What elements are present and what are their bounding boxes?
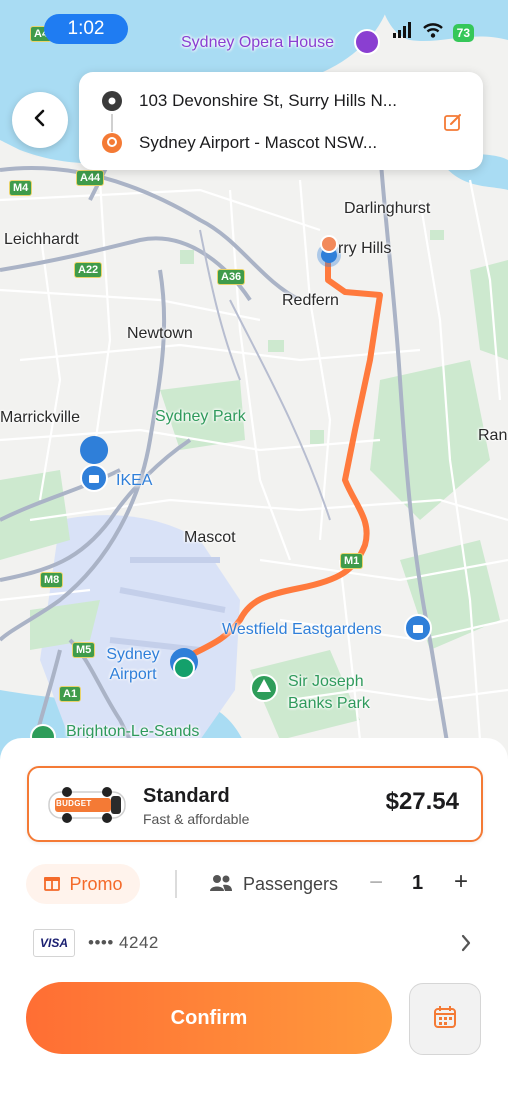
road-shield-m8: M8 <box>40 572 64 588</box>
road-shield-m1: M1 <box>340 553 364 569</box>
map-label-marrickville: Marrickville <box>0 409 80 426</box>
destination-address[interactable]: Sydney Airport - Mascot NSW... <box>139 133 377 153</box>
promo-button[interactable]: Promo <box>26 864 140 904</box>
map-label-sydney-airport: Sydney Airport <box>106 646 160 683</box>
promo-label: Promo <box>69 873 123 894</box>
passengers-count: 1 <box>412 872 424 894</box>
map-label-surry-hills: rry Hills <box>338 240 392 257</box>
visa-logo: VISA <box>39 936 68 950</box>
road-shield-a22: A22 <box>74 262 103 278</box>
road-shield-a44: A44 <box>76 170 105 186</box>
map-label-darlinghurst: Darlinghurst <box>344 200 431 217</box>
road-shield-m5: M5 <box>72 642 96 658</box>
map-label-sir-joseph-banks-park: Sir Joseph Banks Park <box>288 673 370 712</box>
origin-address[interactable]: 103 Devonshire St, Surry Hills N... <box>139 91 397 111</box>
map-label-mascot: Mascot <box>184 529 236 546</box>
edit-route-icon[interactable] <box>443 112 463 137</box>
payment-method-row[interactable]: VISA •••• 4242 <box>26 926 480 962</box>
signal-icon <box>392 22 413 43</box>
visa-badge: VISA <box>33 929 75 957</box>
road-shield-a36: A36 <box>217 269 246 285</box>
road-shield-a1: A1 <box>59 686 82 702</box>
chevron-right-icon <box>460 934 472 957</box>
map-label-westfield: Westfield Eastgardens <box>222 621 382 638</box>
map-label-sydney-park: Sydney Park <box>155 408 246 425</box>
passengers-icon <box>209 874 233 897</box>
wifi-icon <box>422 22 443 43</box>
opera-house-pin <box>354 29 380 55</box>
map-label-newtown: Newtown <box>127 325 193 342</box>
control-divider <box>175 870 177 898</box>
ride-option-standard[interactable]: BUDGET Standard Fast & affordable $27.54 <box>27 766 483 842</box>
card-number: •••• 4242 <box>88 933 159 952</box>
schedule-button[interactable] <box>409 983 481 1055</box>
gift-icon <box>43 873 61 896</box>
battery-indicator: 73 <box>452 23 474 42</box>
route-card[interactable]: 103 Devonshire St, Surry Hills N... Sydn… <box>79 72 483 170</box>
park-pin <box>250 674 278 702</box>
map-label-opera-house: Sydney Opera House <box>181 34 334 51</box>
road-shield-m4: M4 <box>9 180 33 196</box>
origin-dot-icon <box>101 90 123 117</box>
destination-pin-icon <box>101 132 123 159</box>
decrement-passengers-button[interactable]: − <box>366 869 386 897</box>
route-connector <box>111 114 113 132</box>
ride-option-subtitle: Fast & affordable <box>143 811 250 827</box>
map-label-ikea: IKEA <box>116 472 153 489</box>
back-button[interactable] <box>12 92 68 148</box>
status-time: 1:02 <box>44 14 128 44</box>
map-label-redfern: Redfern <box>282 292 339 309</box>
car-decal: BUDGET <box>56 799 92 808</box>
map-label-ran: Ran <box>478 427 508 444</box>
map-label-leichhardt: Leichhardt <box>4 231 79 248</box>
increment-passengers-button[interactable]: + <box>451 868 471 896</box>
calendar-icon <box>432 1004 458 1035</box>
ikea-pin <box>80 436 109 492</box>
status-icons: 73 <box>392 22 474 43</box>
westfield-pin <box>404 614 432 642</box>
ride-option-name: Standard <box>143 785 230 807</box>
passengers-label: Passengers <box>243 874 339 894</box>
confirm-button[interactable]: Confirm <box>26 982 392 1054</box>
ride-option-price: $27.54 <box>385 788 459 815</box>
chevron-left-icon <box>32 109 48 132</box>
